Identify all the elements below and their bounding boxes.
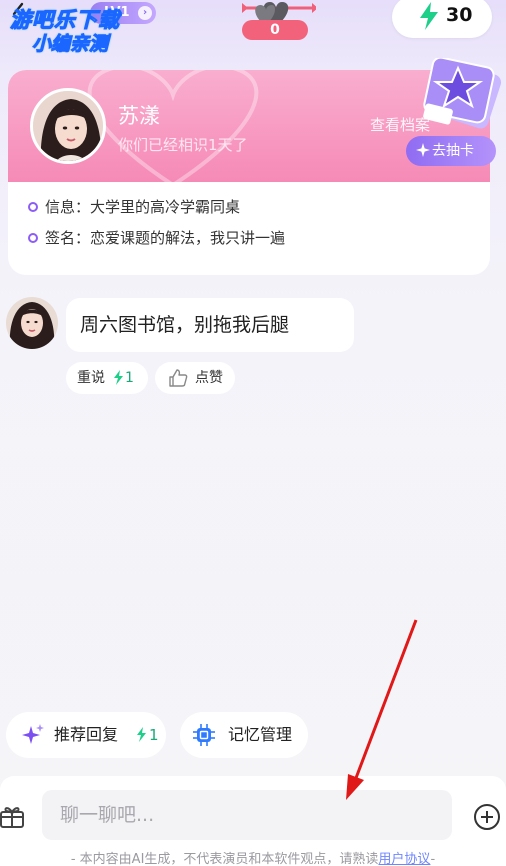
regenerate-cost: 1	[125, 370, 134, 386]
signature-row: 签名：恋爱课题的解法，我只讲一遍	[28, 227, 285, 248]
chat-input[interactable]	[42, 790, 452, 840]
draw-card-button[interactable]: 去抽卡	[406, 136, 496, 166]
memory-management-chip[interactable]: 记忆管理	[180, 712, 308, 758]
avatar-portrait-small	[6, 297, 58, 349]
energy-balance[interactable]: 30	[392, 0, 492, 38]
heart-count: 0	[242, 20, 308, 40]
bullet-icon	[28, 201, 38, 212]
regenerate-button[interactable]: 重说 1	[66, 362, 148, 394]
user-agreement-link[interactable]: 用户协议	[378, 852, 430, 866]
like-label: 点赞	[195, 370, 223, 386]
message-avatar[interactable]	[6, 297, 58, 349]
top-bar: LV1 › 游吧乐下载 小编亲测 0 30	[0, 0, 506, 56]
disclaimer-tail: -	[430, 852, 436, 866]
regenerate-label: 重说	[77, 370, 105, 386]
lightning-icon	[114, 370, 123, 385]
energy-count: 30	[446, 4, 473, 26]
draw-card-label: 去抽卡	[432, 143, 474, 159]
suggested-reply-cost: 1	[149, 726, 159, 744]
signature-text: 签名：恋爱课题的解法，我只讲一遍	[45, 229, 286, 247]
character-name: 苏漾	[118, 104, 160, 128]
message-bubble: 周六图书馆，别拖我后腿	[66, 298, 354, 352]
info-row: 信息：大学里的高冷学霸同桌	[28, 196, 240, 217]
disclaimer-text: - 本内容由AI生成，不代表演员和本软件观点，请熟读	[70, 852, 379, 866]
watermark-line2: 小编亲测	[32, 33, 109, 56]
memory-management-label: 记忆管理	[228, 725, 293, 744]
add-circle-icon[interactable]	[472, 802, 502, 832]
lightning-icon	[137, 727, 146, 742]
bullet-icon	[28, 232, 38, 243]
watermark-logo: 游吧乐下载 小编亲测	[10, 8, 150, 64]
days-known-text: 你们已经相识1天了	[118, 136, 248, 154]
chip-processor-icon	[193, 724, 215, 746]
suggested-reply-label: 推荐回复	[54, 725, 119, 744]
magic-sparkle-icon	[22, 724, 44, 744]
suggested-reply-chip[interactable]: 推荐回复 1	[6, 712, 166, 758]
thumbs-up-icon	[169, 369, 188, 387]
like-button[interactable]: 点赞	[155, 362, 235, 394]
input-bar: - 本内容由AI生成，不代表演员和本软件观点，请熟读用户协议-	[0, 776, 506, 866]
ai-disclaimer: - 本内容由AI生成，不代表演员和本软件观点，请熟读用户协议-	[0, 848, 506, 866]
sparkle-icon	[416, 143, 430, 157]
watermark-line1: 游吧乐下载	[10, 8, 120, 33]
gift-icon[interactable]	[0, 802, 26, 828]
lightning-icon	[420, 2, 438, 30]
info-text: 信息：大学里的高冷学霸同桌	[45, 198, 241, 216]
card-pack-icon[interactable]	[414, 58, 506, 138]
avatar[interactable]	[30, 88, 106, 164]
